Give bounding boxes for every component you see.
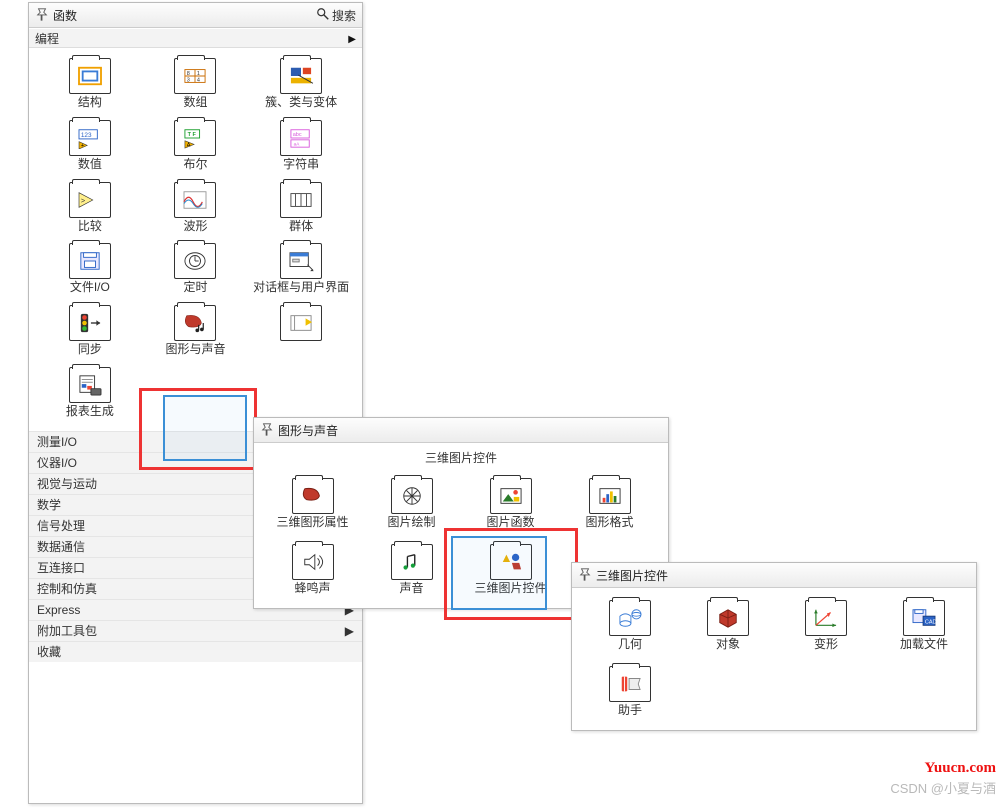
- item-collection[interactable]: 群体: [251, 180, 351, 236]
- cat-favorites[interactable]: 收藏: [29, 641, 362, 662]
- item-cluster[interactable]: 簇、类与变体: [251, 56, 351, 112]
- item-hidden[interactable]: [251, 303, 351, 359]
- svg-text:T F: T F: [188, 132, 197, 138]
- item-load-file[interactable]: CAD 加载文件: [880, 598, 968, 654]
- panel-title: 函数: [53, 7, 77, 24]
- item-boolean[interactable]: T FA 布尔: [145, 118, 245, 174]
- panel2-title: 图形与声音: [278, 422, 338, 439]
- category-programming[interactable]: 编程 ▶: [29, 28, 362, 48]
- expand-icon: ▶: [348, 31, 356, 45]
- item-timing[interactable]: 定时: [145, 241, 245, 297]
- svg-text:abc: abc: [293, 132, 302, 138]
- programming-grid: 结构 8134 数组 簇、类与变体 123+ 数值 T FA 布尔 abcaA …: [29, 48, 362, 425]
- item-sync[interactable]: 同步: [40, 303, 140, 359]
- search-icon: [316, 7, 330, 24]
- item-3d-pic-control[interactable]: 三维图片控件: [467, 542, 555, 598]
- search-button[interactable]: 搜索: [316, 7, 356, 24]
- functions-panel-header: 函数 搜索: [29, 3, 362, 28]
- item-helper[interactable]: 助手: [586, 664, 674, 720]
- item-graphics-sound[interactable]: 图形与声音: [145, 303, 245, 359]
- svg-text:1: 1: [197, 71, 200, 77]
- pin-icon[interactable]: [260, 422, 274, 439]
- item-geometry[interactable]: 几何: [586, 598, 674, 654]
- item-string[interactable]: abcaA 字符串: [251, 118, 351, 174]
- item-beep[interactable]: 蜂鸣声: [269, 542, 357, 598]
- 3d-picture-control-panel: 三维图片控件 几何 对象 变形 CAD 加载文件 助手: [571, 562, 977, 731]
- item-array[interactable]: 8134 数组: [145, 56, 245, 112]
- item-sound[interactable]: 声音: [368, 542, 456, 598]
- item-object[interactable]: 对象: [684, 598, 772, 654]
- svg-text:>: >: [81, 195, 85, 204]
- svg-text:123: 123: [81, 132, 92, 139]
- svg-text:A: A: [187, 142, 191, 148]
- item-numeric[interactable]: 123+ 数值: [40, 118, 140, 174]
- item-picture-func[interactable]: 图片函数: [467, 476, 555, 532]
- svg-text:+: +: [81, 143, 84, 149]
- svg-text:CAD: CAD: [925, 620, 937, 626]
- item-dialog[interactable]: 对话框与用户界面: [251, 241, 351, 297]
- panel3-grid: 几何 对象 变形 CAD 加载文件 助手: [572, 588, 976, 730]
- pin-icon[interactable]: [35, 7, 49, 24]
- panel2-subtitle: 三维图片控件: [254, 443, 668, 466]
- item-picture-draw[interactable]: 图片绘制: [368, 476, 456, 532]
- item-report[interactable]: 报表生成: [40, 365, 140, 421]
- category-label: 编程: [35, 30, 59, 47]
- watermark-yuucn: Yuucn.com: [924, 760, 996, 777]
- item-compare[interactable]: > 比较: [40, 180, 140, 236]
- item-3d-props[interactable]: 三维图形属性: [269, 476, 357, 532]
- item-fileio[interactable]: 文件I/O: [40, 241, 140, 297]
- watermark-csdn: CSDN @小夏与酒: [890, 778, 996, 797]
- item-waveform[interactable]: 波形: [145, 180, 245, 236]
- svg-text:3: 3: [187, 78, 190, 84]
- item-structure[interactable]: 结构: [40, 56, 140, 112]
- search-label: 搜索: [332, 7, 356, 24]
- pin-icon[interactable]: [578, 567, 592, 584]
- cat-addons[interactable]: 附加工具包▶: [29, 620, 362, 641]
- svg-text:aA: aA: [294, 141, 301, 146]
- panel3-title: 三维图片控件: [596, 567, 668, 584]
- item-transform[interactable]: 变形: [782, 598, 870, 654]
- functions-panel: 函数 搜索 编程 ▶ 结构 8134 数组 簇、类与变体: [28, 2, 363, 804]
- svg-text:4: 4: [197, 78, 200, 84]
- svg-text:8: 8: [187, 71, 190, 77]
- graphics-sound-header: 图形与声音: [254, 418, 668, 443]
- 3d-panel-header: 三维图片控件: [572, 563, 976, 588]
- item-graphic-format[interactable]: 图形格式: [566, 476, 654, 532]
